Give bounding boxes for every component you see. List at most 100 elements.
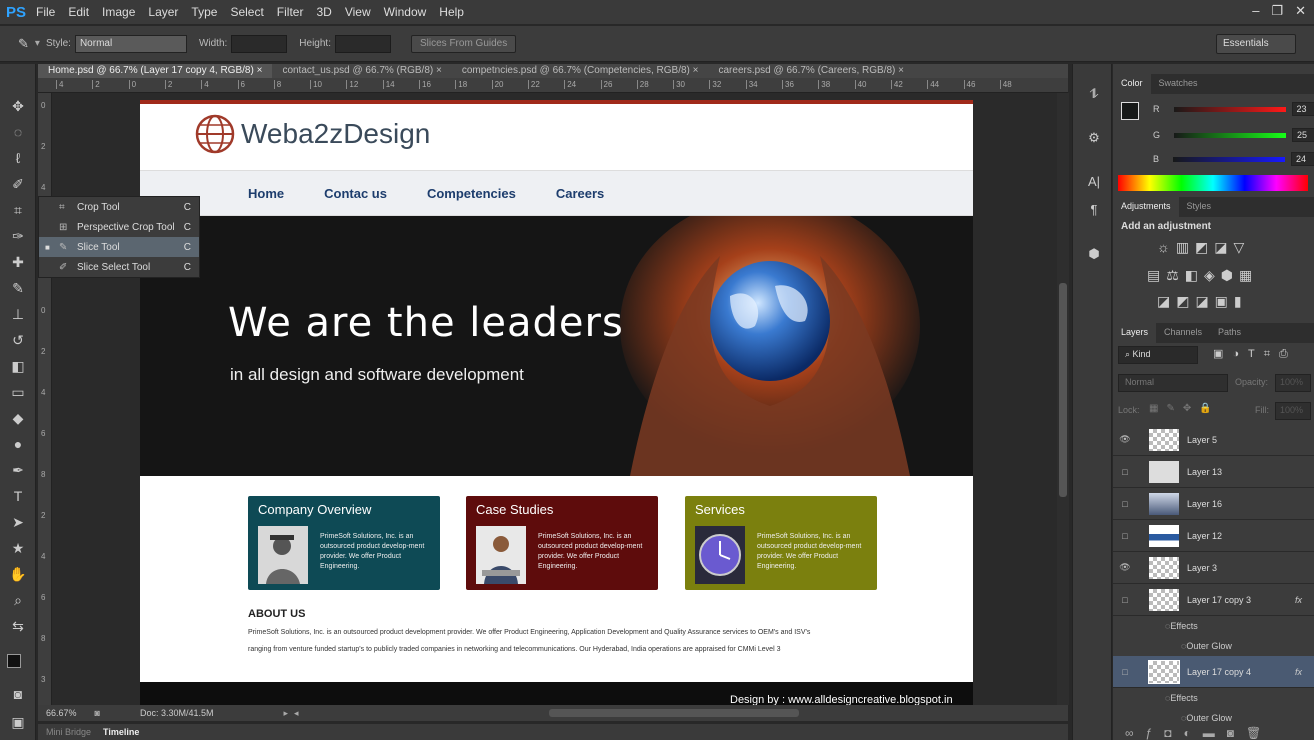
swap-colors-icon[interactable]: ⇆ [8,616,28,636]
blur-tool-icon[interactable]: ◆ [8,408,28,428]
foreground-color-chip[interactable] [1121,102,1139,120]
nav-contact[interactable]: Contac us [324,186,387,201]
tab-swatches[interactable]: Swatches [1151,74,1206,94]
menu-item-slice-tool[interactable]: ■ ✎ Slice Tool C [39,237,199,257]
layer-filter-select[interactable]: ⌕ Kind [1118,346,1198,364]
layer-row[interactable]: 👁 Layer 5 [1113,424,1314,456]
layer-row[interactable]: □ Layer 16 [1113,488,1314,520]
blend-mode-select[interactable]: Normal [1118,374,1228,392]
tab-channels[interactable]: Channels [1156,323,1210,343]
properties-icon[interactable]: ⚙ [1085,130,1103,148]
layer-row[interactable]: 👁 Layer 3 [1113,552,1314,584]
menu-layer[interactable]: Layer [148,5,178,19]
tab-color[interactable]: Color [1113,74,1151,94]
tab-layers[interactable]: Layers [1113,323,1157,343]
effects-row[interactable]: ◌ Effects [1113,688,1314,708]
share-icon[interactable]: ◙ [95,708,100,718]
menu-help[interactable]: Help [439,5,464,19]
stamp-tool-icon[interactable]: ⊥ [8,304,28,324]
menu-3d[interactable]: 3D [316,5,331,19]
fx-icon[interactable]: fx [1295,595,1302,605]
visibility-toggle[interactable]: □ [1113,531,1137,541]
horizontal-scroll-thumb[interactable] [548,709,799,717]
slices-from-guides-button[interactable]: Slices From Guides [410,34,517,53]
scroll-thumb[interactable] [1059,283,1067,497]
menu-item-crop-tool[interactable]: ⌗ Crop Tool C [39,197,199,217]
dodge-tool-icon[interactable]: ● [8,434,28,454]
green-value[interactable]: 25 [1292,128,1314,142]
layer-row[interactable]: □ Layer 17 copy 3 fx [1113,584,1314,616]
minimize-button[interactable]: – [1252,3,1259,19]
adjustment-icons-row-2[interactable]: ▤⚖◧◈⬢▦ [1147,267,1258,284]
move-tool-icon[interactable]: ✥ [8,96,28,116]
color-spectrum[interactable] [1118,175,1308,191]
eye-icon[interactable]: 👁 [1113,562,1137,573]
adjustment-icons-row-1[interactable]: ☼▥◩◪▽ [1157,239,1250,256]
card-services[interactable]: Services PrimeSoft Solutions, Inc. is an… [685,496,877,590]
menu-file[interactable]: File [36,5,55,19]
visibility-toggle[interactable]: □ [1113,467,1137,477]
foreground-color-swatch[interactable] [7,654,21,668]
close-icon[interactable]: × [693,65,699,76]
lock-icons[interactable]: ▦✎✥🔒 [1149,403,1220,414]
tab-contact-us[interactable]: contact_us.psd @ 66.7% (RGB/8) × [272,64,451,78]
fill-field[interactable]: 100% [1275,402,1311,420]
menu-item-perspective-crop[interactable]: ⊞ Perspective Crop Tool C [39,217,199,237]
menu-type[interactable]: Type [191,5,217,19]
restore-button[interactable]: ❐ [1271,3,1283,19]
path-select-icon[interactable]: ➤ [8,512,28,532]
fx-icon[interactable]: fx [1295,667,1302,677]
close-icon[interactable]: × [436,65,442,76]
zoom-level[interactable]: 66.67% [46,708,77,718]
gradient-tool-icon[interactable]: ▭ [8,382,28,402]
nav-home[interactable]: Home [248,186,284,201]
visibility-toggle[interactable]: □ [1113,595,1137,605]
tab-home[interactable]: Home.psd @ 66.7% (Layer 17 copy 4, RGB/8… [38,64,273,78]
red-track[interactable] [1173,106,1286,112]
menu-item-slice-select[interactable]: ✐ Slice Select Tool C [39,257,199,277]
style-select[interactable]: Normal [74,34,187,53]
height-field[interactable] [334,34,391,53]
tab-styles[interactable]: Styles [1179,197,1220,217]
visibility-toggle[interactable]: □ [1113,499,1137,509]
menu-edit[interactable]: Edit [68,5,89,19]
effects-row[interactable]: ◌ Effects [1113,616,1314,636]
layer-row-selected[interactable]: □ Layer 17 copy 4 fx [1113,656,1314,688]
eraser-tool-icon[interactable]: ◧ [8,356,28,376]
menu-image[interactable]: Image [102,5,135,19]
red-value[interactable]: 23 [1291,102,1314,116]
zoom-tool-icon[interactable]: ⌕ [8,590,28,610]
nav-competencies[interactable]: Competencies [427,186,516,201]
close-button[interactable]: ✕ [1295,3,1306,19]
type-tool-icon[interactable]: T [8,486,28,506]
character-icon[interactable]: A| [1085,174,1103,192]
blue-value[interactable]: 24 [1291,152,1314,166]
shape-tool-icon[interactable]: ★ [8,538,28,558]
paragraph-icon[interactable]: ¶ [1085,202,1103,220]
layer-row[interactable]: □ Layer 12 [1113,520,1314,552]
website-artboard[interactable]: Weba2zDesign Home Contac us Competencies… [140,100,973,705]
3d-icon[interactable]: ⬢ [1085,246,1103,264]
quick-mask-icon[interactable]: ◙ [8,684,28,704]
adjustment-icons-row-3[interactable]: ◪◩◪▣▮ [1157,293,1248,310]
hand-tool-icon[interactable]: ✋ [8,564,28,584]
eye-icon[interactable]: 👁 [1113,434,1137,445]
chevron-down-icon[interactable]: ▾ [35,38,40,49]
tab-timeline[interactable]: Timeline [103,727,139,737]
menu-view[interactable]: View [345,5,371,19]
arrow-left-icon[interactable]: ◂ [294,708,299,719]
card-case-studies[interactable]: Case Studies PrimeSoft Solutions, Inc. i… [466,496,658,590]
lasso-tool-icon[interactable]: ℓ [8,148,28,168]
screen-mode-icon[interactable]: ▣ [8,712,28,732]
layer-filter-icons[interactable]: ▣◑T⌗⎙ [1213,347,1297,361]
visibility-toggle[interactable]: □ [1113,667,1137,677]
tab-careers[interactable]: careers.psd @ 66.7% (Careers, RGB/8) × [709,64,915,78]
quick-select-tool-icon[interactable]: ✐ [8,174,28,194]
nav-careers[interactable]: Careers [556,186,604,201]
opacity-field[interactable]: 100% [1275,374,1311,392]
slider-green[interactable]: G 25 [1153,128,1314,142]
slice-tool-icon[interactable]: ✎ [18,36,29,52]
card-company-overview[interactable]: Company Overview PrimeSoft Solutions, In… [248,496,440,590]
eyedropper-tool-icon[interactable]: ✑ [8,226,28,246]
slider-blue[interactable]: B 24 [1153,152,1314,166]
